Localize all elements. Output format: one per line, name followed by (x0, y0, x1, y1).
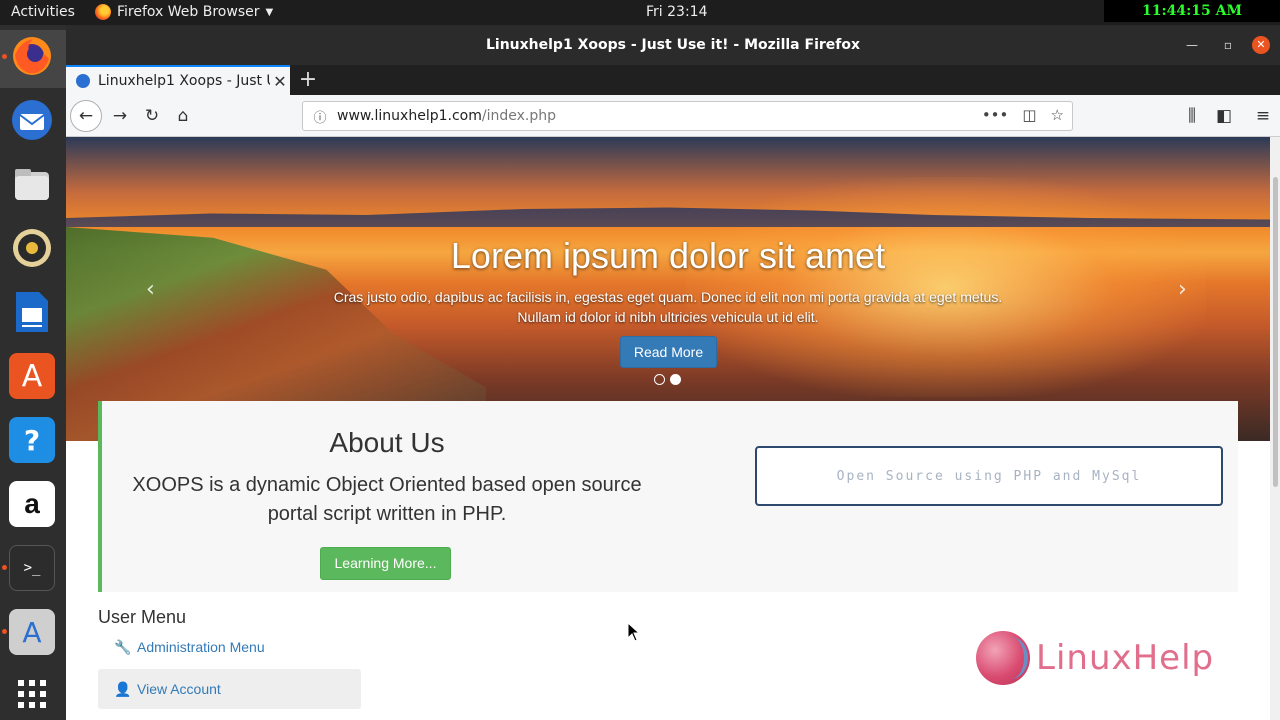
banner-image: Open Source using PHP and MySql (755, 446, 1223, 506)
about-title: About Us (329, 427, 445, 458)
running-indicator (2, 565, 7, 570)
hero-text-line1: Cras justo odio, dapibus ac facilisis in… (333, 289, 1003, 305)
hero-carousel: Lorem ipsum dolor sit amet Cras justo od… (66, 137, 1270, 441)
rhythmbox-icon[interactable] (9, 225, 55, 271)
url-bar[interactable]: ⓘ www.linuxhelp1.com/index.php ••• ◫ ☆ (302, 101, 1073, 131)
firefox-icon (95, 4, 111, 20)
writer-icon[interactable] (9, 289, 55, 335)
carousel-prev-icon[interactable]: ‹ (146, 277, 155, 302)
wrench-icon: 🔧 (114, 638, 132, 655)
about-section: About Us XOOPS is a dynamic Object Orien… (98, 401, 1238, 592)
page-actions-icon[interactable]: ••• (982, 106, 1009, 124)
user-icon: 👤 (114, 680, 132, 697)
tab-label: Linuxhelp1 Xoops - Just U (98, 73, 270, 89)
logo-text: LinuxHelp (1036, 638, 1215, 678)
favicon-icon (76, 74, 90, 88)
window-titlebar: Linuxhelp1 Xoops - Just Use it! - Mozill… (66, 25, 1280, 65)
bookmark-star-icon[interactable]: ☆ (1051, 106, 1064, 124)
sidebar-icon[interactable]: ◧ (1210, 102, 1238, 130)
url-path: /index.php (481, 108, 556, 124)
terminal-icon[interactable]: >_ (9, 545, 55, 591)
learning-more-button[interactable]: Learning More... (320, 547, 451, 580)
window-title: Linuxhelp1 Xoops - Just Use it! - Mozill… (485, 37, 861, 53)
software-updater-icon[interactable]: A (9, 609, 55, 655)
carousel-indicator-2[interactable] (670, 374, 681, 385)
amazon-icon[interactable]: a (9, 481, 55, 527)
carousel-next-icon[interactable]: › (1178, 277, 1187, 302)
page-content: Lorem ipsum dolor sit amet Cras justo od… (66, 137, 1270, 720)
administration-menu-label: Administration Menu (137, 639, 265, 655)
caret-down-icon: ▼ (265, 6, 274, 18)
linuxhelp-logo: LinuxHelp (976, 625, 1236, 691)
read-more-button[interactable]: Read More (620, 336, 717, 368)
user-menu-title: User Menu (98, 607, 187, 627)
view-account-label: View Account (137, 681, 221, 697)
back-icon[interactable]: ← (70, 100, 102, 132)
banner-text: Open Source using PHP and MySql (836, 468, 1142, 484)
forward-icon[interactable]: → (106, 102, 134, 130)
app-menu[interactable]: Firefox Web Browser ▼ (95, 4, 273, 20)
url-host: www.linuxhelp1.com (337, 108, 482, 124)
firefox-icon[interactable] (9, 33, 55, 79)
scrollbar[interactable] (1270, 137, 1280, 720)
running-indicator (2, 54, 7, 59)
new-tab-icon[interactable]: + (296, 67, 320, 92)
reload-icon[interactable]: ↻ (138, 102, 166, 130)
app-menu-label: Firefox Web Browser (117, 4, 260, 20)
logo-mark-icon (976, 631, 1030, 685)
running-indicator (2, 629, 7, 634)
administration-menu-link[interactable]: 🔧 Administration Menu (98, 627, 361, 667)
overlay-clock: 11:44:15 AM 04/13/2019 (1104, 0, 1280, 41)
gnome-top-bar: Activities Firefox Web Browser ▼ Fri 23:… (0, 0, 1280, 41)
hamburger-menu-icon[interactable]: ≡ (1249, 102, 1277, 130)
tab-active[interactable]: Linuxhelp1 Xoops - Just U ✕ (66, 65, 290, 95)
pocket-icon[interactable]: ◫ (1022, 106, 1036, 124)
files-icon[interactable] (9, 161, 55, 207)
hero-text-line2: Nullam id dolor id nibh ultricies vehicu… (517, 309, 819, 325)
maximize-icon[interactable]: ▫ (1224, 25, 1232, 65)
app-grid-icon[interactable] (9, 671, 55, 717)
hero-title: Lorem ipsum dolor sit amet (450, 235, 886, 276)
minimize-icon[interactable]: — (1186, 25, 1198, 65)
home-icon[interactable]: ⌂ (169, 102, 197, 130)
site-info-icon[interactable]: ⓘ (303, 107, 337, 126)
close-tab-icon[interactable]: ✕ (270, 72, 290, 91)
firefox-window: Linuxhelp1 Xoops - Just Use it! - Mozill… (66, 25, 1280, 720)
clock[interactable]: Fri 23:14 (646, 4, 707, 20)
view-account-link[interactable]: 👤 View Account (98, 669, 361, 709)
dock: A ? a >_ A (0, 25, 66, 720)
scrollbar-thumb[interactable] (1273, 177, 1278, 487)
about-text: XOOPS is a dynamic Object Oriented based… (132, 474, 642, 525)
close-window-icon[interactable]: ✕ (1252, 36, 1270, 54)
help-icon[interactable]: ? (9, 417, 55, 463)
thunderbird-icon[interactable] (9, 97, 55, 143)
hero-text: Cras justo odio, dapibus ac facilisis in… (318, 287, 1018, 327)
software-center-icon[interactable]: A (9, 353, 55, 399)
tab-bar: Linuxhelp1 Xoops - Just U ✕ + (66, 65, 1280, 95)
carousel-indicator-1[interactable] (654, 374, 665, 385)
activities-button[interactable]: Activities (11, 4, 75, 20)
library-icon[interactable]: ⫼ (1178, 102, 1206, 130)
navigation-bar: ← → ↻ ⌂ ⓘ www.linuxhelp1.com/index.php •… (66, 95, 1280, 137)
